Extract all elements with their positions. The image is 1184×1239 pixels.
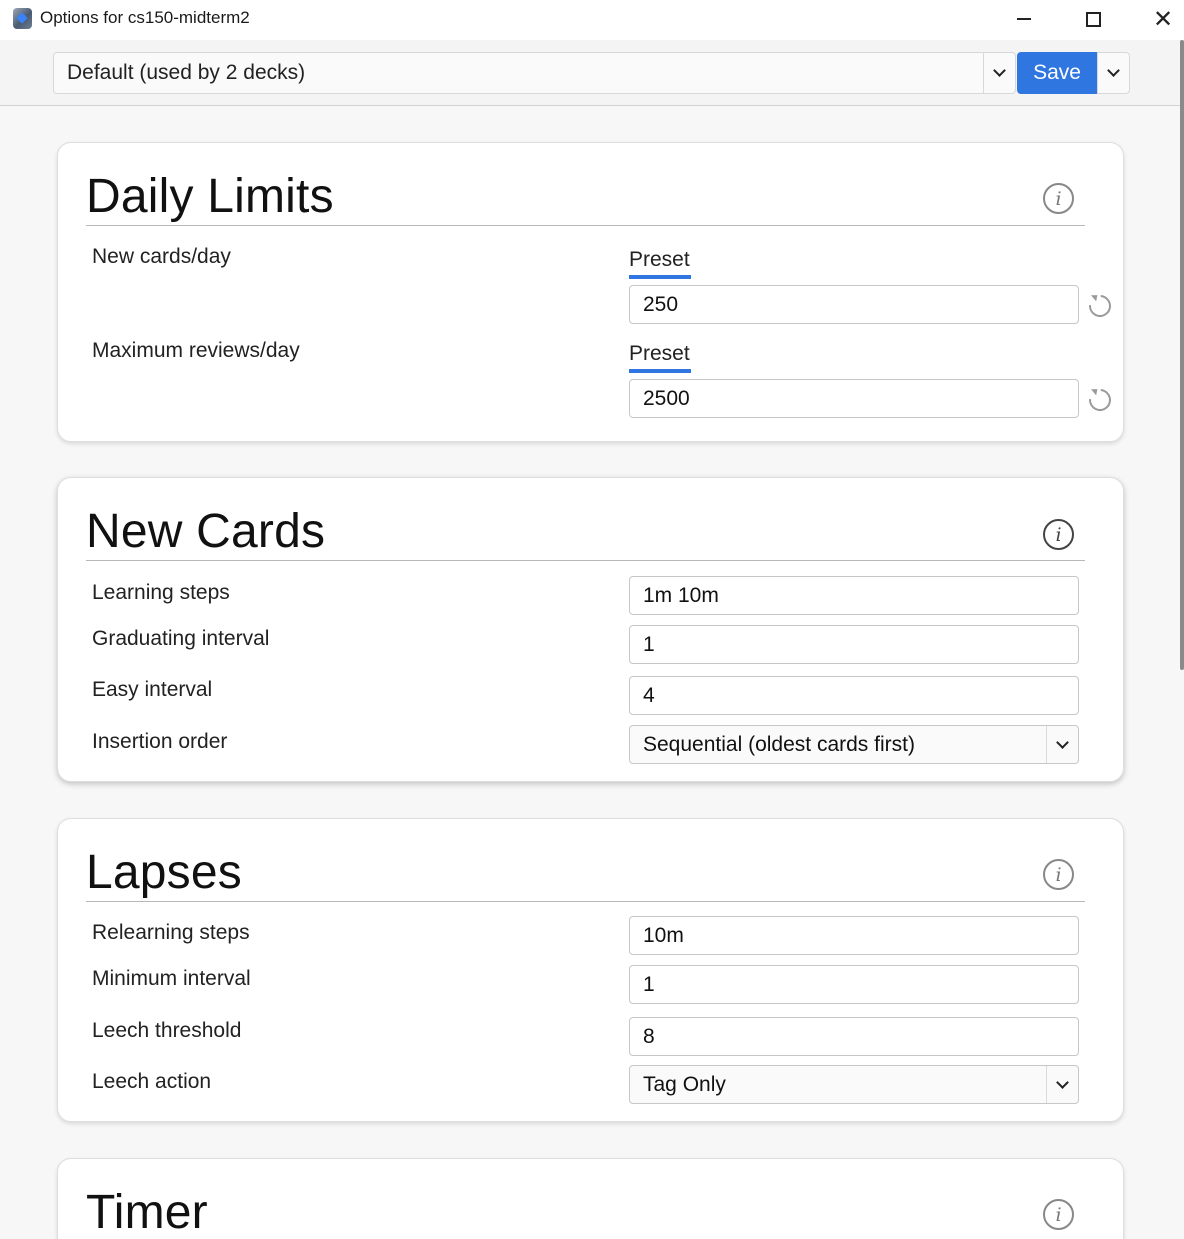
maximize-icon [1085, 11, 1101, 27]
chevron-down-icon [1107, 64, 1120, 77]
section-divider [86, 225, 1085, 226]
field-value: 4 [643, 684, 655, 707]
insertion-order-select[interactable]: Sequential (oldest cards first) [629, 725, 1079, 764]
tab-preset[interactable]: Preset [629, 342, 691, 373]
insertion-order-label: Insertion order [92, 730, 228, 753]
maximum-reviews-per-day-input[interactable]: 2500 [629, 379, 1079, 418]
easy-interval-input[interactable]: 4 [629, 676, 1079, 715]
section-new-cards: New Cards i Learning steps 1m 10m Gradua… [57, 477, 1124, 782]
leech-action-select[interactable]: Tag Only [629, 1065, 1079, 1104]
window-title: Options for cs150-midterm2 [40, 8, 250, 27]
close-button[interactable]: ✕ [1140, 0, 1184, 38]
dropdown-arrow[interactable] [1046, 726, 1078, 763]
relearning-steps-label: Relearning steps [92, 921, 250, 944]
field-value: 10m [643, 924, 684, 947]
dropdown-arrow[interactable] [1046, 1066, 1078, 1103]
chevron-down-icon [1056, 1075, 1069, 1089]
field-value: Tag Only [643, 1073, 726, 1096]
field-value: 1 [643, 973, 655, 996]
section-daily-limits: Daily Limits i New cards/day Preset 250 … [57, 142, 1124, 442]
preset-dropdown-value: Default (used by 2 decks) [67, 61, 306, 84]
tab-preset[interactable]: Preset [629, 248, 691, 279]
reset-icon[interactable] [1084, 384, 1116, 416]
info-icon[interactable]: i [1043, 519, 1074, 550]
field-value: 1m 10m [643, 584, 719, 607]
section-title: Lapses [86, 846, 242, 899]
save-options-button[interactable] [1097, 52, 1130, 94]
preset-dropdown[interactable]: Default (used by 2 decks) [53, 52, 1016, 94]
maximum-reviews-per-day-label: Maximum reviews/day [92, 339, 300, 362]
field-value: 1 [643, 633, 655, 656]
minimum-interval-label: Minimum interval [92, 967, 251, 990]
section-title: Daily Limits [86, 170, 334, 223]
leech-threshold-label: Leech threshold [92, 1019, 242, 1042]
leech-threshold-input[interactable]: 8 [629, 1017, 1079, 1056]
info-icon[interactable]: i [1043, 183, 1074, 214]
scrollbar-thumb[interactable] [1180, 40, 1184, 670]
new-cards-per-day-label: New cards/day [92, 245, 231, 268]
field-value: 2500 [643, 387, 690, 410]
info-icon[interactable]: i [1043, 1199, 1074, 1230]
section-lapses: Lapses i Relearning steps 10m Minimum in… [57, 818, 1124, 1122]
minimum-interval-input[interactable]: 1 [629, 965, 1079, 1004]
anki-app-icon [13, 8, 32, 29]
field-value: Sequential (oldest cards first) [643, 733, 915, 756]
chevron-down-icon [993, 64, 1006, 77]
section-timer: Timer i [57, 1158, 1124, 1239]
section-title: New Cards [86, 505, 326, 558]
reset-icon[interactable] [1084, 290, 1116, 322]
preset-dropdown-arrow[interactable] [983, 53, 1015, 93]
close-icon: ✕ [1152, 5, 1174, 33]
field-value: 250 [643, 293, 679, 316]
easy-interval-label: Easy interval [92, 678, 213, 701]
section-divider [86, 560, 1085, 561]
section-divider [86, 901, 1085, 902]
graduating-interval-label: Graduating interval [92, 627, 270, 650]
maximize-button[interactable] [1070, 0, 1116, 38]
save-button[interactable]: Save [1017, 52, 1097, 94]
chevron-down-icon [1056, 735, 1069, 749]
info-icon[interactable]: i [1043, 859, 1074, 890]
new-cards-per-day-input[interactable]: 250 [629, 285, 1079, 324]
relearning-steps-input[interactable]: 10m [629, 916, 1079, 955]
learning-steps-input[interactable]: 1m 10m [629, 576, 1079, 615]
field-value: 8 [643, 1025, 655, 1048]
graduating-interval-input[interactable]: 1 [629, 625, 1079, 664]
minimize-icon [1017, 18, 1031, 20]
section-title: Timer [86, 1186, 208, 1239]
title-bar: Options for cs150-midterm2 ✕ [0, 0, 1184, 40]
toolbar: Default (used by 2 decks) Save [0, 40, 1184, 106]
minimize-button[interactable] [1001, 0, 1047, 38]
learning-steps-label: Learning steps [92, 581, 230, 604]
leech-action-label: Leech action [92, 1070, 212, 1093]
